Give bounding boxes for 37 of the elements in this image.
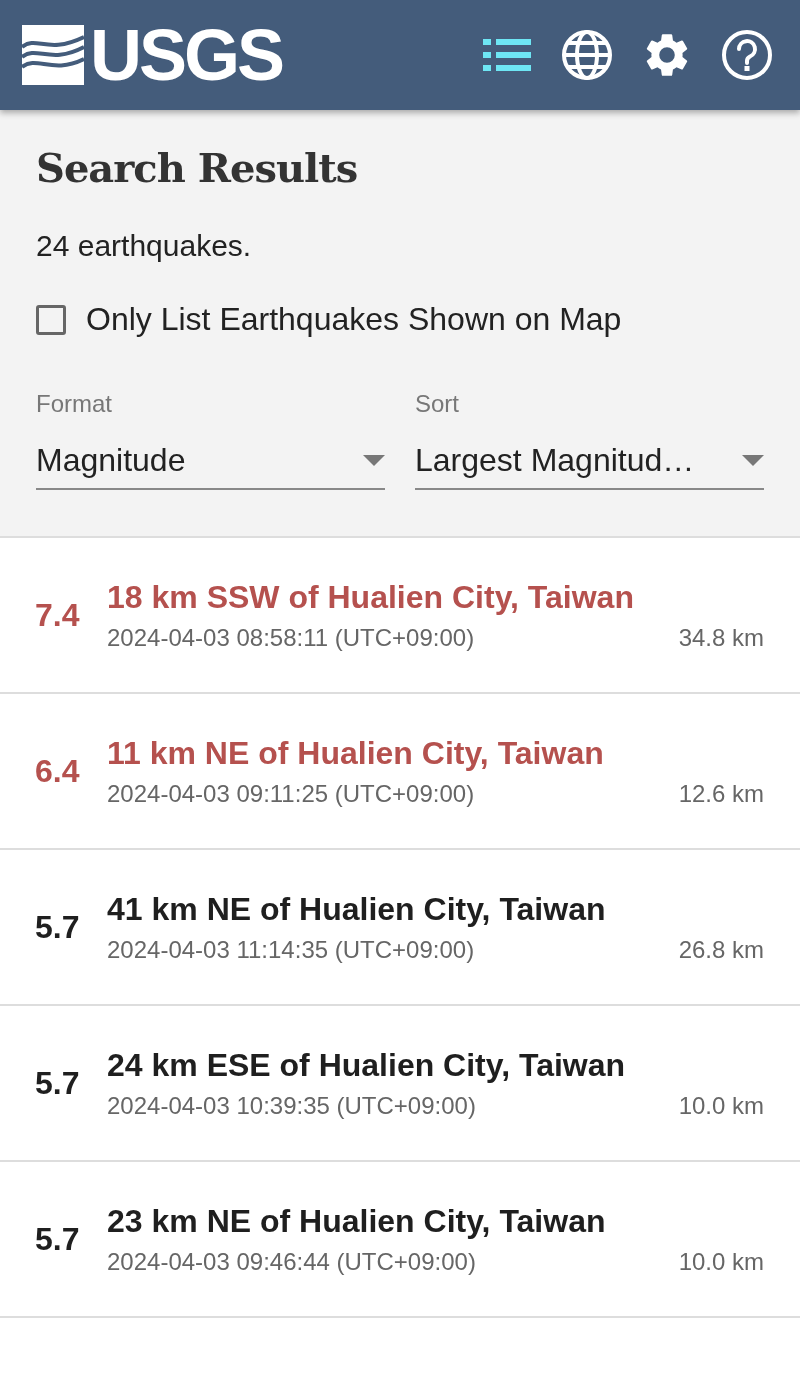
- magnitude: 5.7: [34, 908, 81, 946]
- globe-icon: [561, 29, 613, 81]
- field-label: Sort: [415, 390, 460, 418]
- logo-text: USGS: [90, 19, 283, 91]
- earthquake-depth: 26.8 km: [678, 935, 764, 964]
- earthquake-depth: 34.8 km: [678, 623, 764, 652]
- earthquake-depth: 12.6 km: [678, 779, 764, 808]
- help-icon: [721, 29, 773, 81]
- logo-icon: [22, 25, 84, 85]
- checkbox-label: Only List Earthquakes Shown on Map: [86, 301, 622, 338]
- earthquake-time: 2024-04-03 08:58:11 (UTC+09:00): [107, 623, 476, 652]
- result-count: 24 earthquakes.: [36, 229, 253, 263]
- magnitude: 5.7: [34, 1064, 81, 1102]
- earthquake-place[interactable]: 11 km NE of Hualien City, Taiwan: [107, 734, 764, 772]
- earthquake-time: 2024-04-03 09:46:44 (UTC+09:00): [107, 1247, 477, 1276]
- magnitude: 7.4: [34, 596, 81, 634]
- earthquake-time: 2024-04-03 10:39:35 (UTC+09:00): [107, 1091, 477, 1120]
- page-title: Search Results: [36, 144, 359, 191]
- select-field[interactable]: Largest Magnitud…: [415, 432, 764, 490]
- earthquake-time: 2024-04-03 11:14:35 (UTC+09:00): [107, 935, 476, 964]
- earthquake-place[interactable]: 18 km SSW of Hualien City, Taiwan: [107, 578, 764, 616]
- map-button[interactable]: [560, 28, 614, 82]
- earthquake-place[interactable]: 24 km ESE of Hualien City, Taiwan: [107, 1046, 764, 1084]
- magnitude: 6.4: [34, 752, 81, 790]
- earthquake-place[interactable]: 23 km NE of Hualien City, Taiwan: [107, 1202, 764, 1240]
- field-label: Format: [36, 390, 113, 418]
- checkbox[interactable]: [36, 304, 66, 335]
- earthquake-time: 2024-04-03 09:11:25 (UTC+09:00): [107, 779, 476, 808]
- select-field[interactable]: Magnitude: [36, 432, 385, 490]
- list-icon: [483, 38, 531, 72]
- earthquake-depth: 10.0 km: [678, 1247, 764, 1276]
- magnitude: 5.7: [34, 1220, 81, 1258]
- dropdown-caret-icon: [742, 454, 764, 466]
- dropdown-caret-icon: [363, 454, 385, 466]
- earthquake-depth: 10.0 km: [678, 1091, 764, 1120]
- help-button[interactable]: [720, 28, 774, 82]
- earthquake-place[interactable]: 41 km NE of Hualien City, Taiwan: [107, 890, 764, 928]
